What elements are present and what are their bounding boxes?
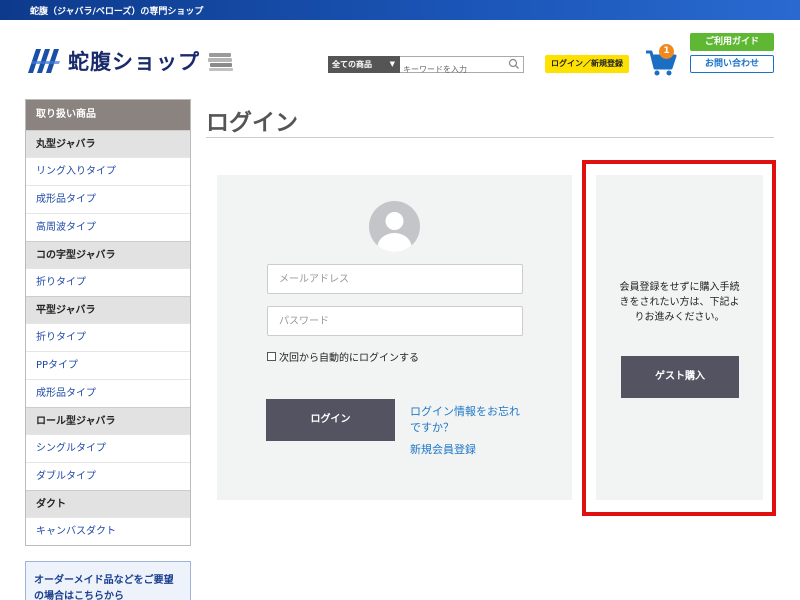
sidebar-item-ring-type[interactable]: リング入りタイプ [26, 157, 190, 185]
logo-mark-icon [28, 49, 60, 73]
guide-button[interactable]: ご利用ガイド [690, 33, 774, 51]
remember-me[interactable]: 次回から自動的にログインする [267, 349, 419, 364]
guest-panel: 会員登録をせずに購入手続きをされたい方は、下記よりお進みください。 ゲスト購入 [596, 175, 763, 500]
remember-label: 次回から自動的にログインする [279, 353, 419, 364]
sidebar-item-canvas-duct[interactable]: キャンバスダクト [26, 517, 190, 545]
email-field-wrapper [267, 264, 523, 294]
sidebar-item-flat-molded-type[interactable]: 成形品タイプ [26, 379, 190, 407]
bellows-product-icon [208, 53, 233, 71]
password-field[interactable] [268, 307, 522, 335]
login-register-button[interactable]: ログイン／新規登録 [545, 55, 629, 73]
forgot-password-link[interactable]: ログイン情報をお忘れですか？ [410, 404, 530, 436]
sidebar-item-high-frequency-type[interactable]: 高周波タイプ [26, 213, 190, 241]
sidebar-item-double-type[interactable]: ダブルタイプ [26, 462, 190, 490]
caret-down-icon: ▼ [389, 60, 395, 68]
site-logo[interactable]: 蛇腹ショップ [26, 46, 236, 76]
login-button[interactable]: ログイン [266, 399, 395, 441]
guest-description: 会員登録をせずに購入手続きをされたい方は、下記よりお進みください。 [619, 282, 740, 323]
search-icon[interactable] [508, 58, 520, 70]
top-banner: 蛇腹（ジャバラ/ベローズ）の専門ショップ [0, 0, 800, 20]
remember-checkbox[interactable] [267, 352, 276, 361]
logo-text: 蛇腹ショップ [68, 50, 200, 74]
email-field[interactable] [268, 265, 522, 293]
search-category-label: 全ての商品 [332, 60, 372, 69]
password-field-wrapper [267, 306, 523, 336]
register-link[interactable]: 新規会員登録 [410, 441, 476, 457]
sidebar-item-molded-type[interactable]: 成形品タイプ [26, 185, 190, 213]
sidebar-category-duct[interactable]: ダクト [26, 490, 190, 517]
page-title: ログイン [206, 110, 298, 136]
sidebar-item-folded-type[interactable]: 折りタイプ [26, 268, 190, 296]
sidebar-category-flat[interactable]: 平型ジャバラ [26, 296, 190, 323]
product-sidebar: 取り扱い商品 丸型ジャバラ リング入りタイプ 成形品タイプ 高周波タイプ コの字… [25, 99, 191, 546]
top-banner-text: 蛇腹（ジャバラ/ベローズ）の専門ショップ [30, 7, 204, 17]
sidebar-category-roll[interactable]: ロール型ジャバラ [26, 407, 190, 434]
sidebar-category-u-shape[interactable]: コの字型ジャバラ [26, 241, 190, 268]
login-panel: 次回から自動的にログインする ログイン ログイン情報をお忘れですか？ 新規会員登… [217, 175, 572, 500]
custom-order-line-2: の場合はこちらから [34, 591, 124, 600]
search-category-select[interactable]: 全ての商品 ▼ [328, 56, 400, 73]
sidebar-heading: 取り扱い商品 [26, 100, 190, 130]
custom-order-line-1: オーダーメイド品などをご要望 [34, 575, 174, 586]
guest-purchase-button[interactable]: ゲスト購入 [621, 356, 739, 398]
title-divider [206, 137, 774, 138]
search-field [400, 56, 524, 77]
sidebar-item-single-type[interactable]: シングルタイプ [26, 434, 190, 462]
search-input[interactable] [400, 62, 508, 77]
sidebar-item-flat-folded-type[interactable]: 折りタイプ [26, 323, 190, 351]
search-bar: 全ての商品 ▼ [328, 56, 524, 77]
custom-order-banner[interactable]: オーダーメイド品などをご要望 の場合はこちらから [25, 561, 191, 600]
user-avatar-icon [369, 201, 420, 252]
cart-count-badge: 1 [659, 44, 674, 59]
sidebar-category-round[interactable]: 丸型ジャバラ [26, 130, 190, 157]
sidebar-item-pp-type[interactable]: PPタイプ [26, 351, 190, 379]
contact-button[interactable]: お問い合わせ [690, 55, 774, 73]
